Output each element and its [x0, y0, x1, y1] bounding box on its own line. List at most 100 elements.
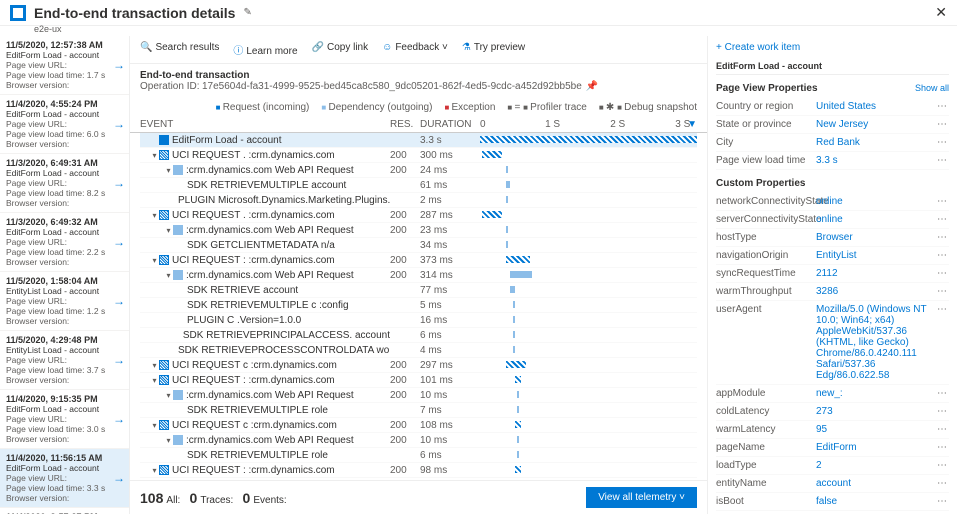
- operation-item[interactable]: 11/4/2020, 3:57:27 PMEntityList Load - a…: [0, 508, 129, 514]
- learn-more-link[interactable]: ⓘLearn more: [233, 42, 297, 57]
- event-row[interactable]: SDK RETRIEVEMULTIPLE c :config5 ms: [140, 298, 697, 313]
- grid-header: EVENT RES. DURATION 0 1 S 2 S 3 S ▼: [130, 117, 707, 133]
- event-row[interactable]: ▾UCI REQUEST c :crm.dynamics.com200108 m…: [140, 418, 697, 433]
- more-icon[interactable]: ⋯: [935, 424, 949, 435]
- request-icon: [159, 420, 169, 430]
- event-row[interactable]: ▾:crm.dynamics.com Web API Request20010 …: [140, 433, 697, 448]
- pin-icon[interactable]: 📌: [586, 81, 598, 92]
- edit-icon[interactable]: ✎: [243, 7, 251, 18]
- arrow-right-icon: →: [113, 235, 125, 249]
- event-row[interactable]: ▾:crm.dynamics.com Web API Request20024 …: [140, 163, 697, 178]
- col-res[interactable]: RES.: [390, 119, 420, 130]
- more-icon[interactable]: ⋯: [935, 101, 949, 112]
- property-row: coldLatency273⋯: [716, 403, 949, 421]
- more-icon[interactable]: ⋯: [935, 119, 949, 130]
- property-row: syncRequestTime2112⋯: [716, 265, 949, 283]
- feedback-link[interactable]: ☺Feedback ˅: [382, 42, 448, 57]
- toolbar: 🔍Search results ⓘLearn more 🔗Copy link ☺…: [130, 36, 707, 64]
- properties-panel: + Create work item EditForm Load - accou…: [707, 36, 957, 514]
- operation-item[interactable]: 11/4/2020, 4:55:24 PMEditForm Load - acc…: [0, 95, 129, 154]
- more-icon[interactable]: ⋯: [935, 478, 949, 489]
- col-event[interactable]: EVENT: [140, 119, 390, 130]
- toggle-icon[interactable]: ▾: [164, 166, 173, 175]
- page-header: End-to-end transaction details ✎ ✕: [0, 0, 957, 26]
- event-row[interactable]: SDK RETRIEVEPRINCIPALACCESS. account6 ms: [140, 328, 697, 343]
- property-row: userAgentMozilla/5.0 (Windows NT 10.0; W…: [716, 301, 949, 385]
- property-row: warmThroughput3286⋯: [716, 283, 949, 301]
- event-row[interactable]: ▾:crm.dynamics.com Web API Request20010 …: [140, 388, 697, 403]
- more-icon[interactable]: ⋯: [935, 214, 949, 225]
- event-row[interactable]: ▾:crm.dynamics.com Web API Request200314…: [140, 268, 697, 283]
- more-icon[interactable]: ⋯: [935, 250, 949, 261]
- more-icon[interactable]: ⋯: [935, 137, 949, 148]
- more-icon[interactable]: ⋯: [935, 442, 949, 453]
- view-all-telemetry-button[interactable]: View all telemetry ˅: [586, 487, 697, 508]
- property-row: Page view load time3.3 s⋯: [716, 152, 949, 170]
- event-row[interactable]: ▾:crm.dynamics.com Web API Request20023 …: [140, 223, 697, 238]
- property-row: networkConnectivityStateonline⋯: [716, 193, 949, 211]
- more-icon[interactable]: ⋯: [935, 196, 949, 207]
- property-row: warmLatency95⋯: [716, 421, 949, 439]
- operation-item[interactable]: 11/3/2020, 6:49:31 AMEditForm Load - acc…: [0, 154, 129, 213]
- event-row[interactable]: SDK GETCLIENTMETADATA n/a34 ms: [140, 238, 697, 253]
- event-row[interactable]: ▾UCI REQUEST . :crm.dynamics.com200287 m…: [140, 208, 697, 223]
- more-icon[interactable]: ⋯: [935, 304, 949, 381]
- property-row: serverConnectivityStateonline⋯: [716, 211, 949, 229]
- more-icon[interactable]: ⋯: [935, 232, 949, 243]
- close-icon[interactable]: ✕: [935, 4, 947, 21]
- toggle-icon[interactable]: ▾: [164, 436, 173, 445]
- dependency-icon: [173, 225, 183, 235]
- more-icon[interactable]: ⋯: [935, 155, 949, 166]
- filter-icon[interactable]: ▼: [687, 119, 697, 130]
- operation-item[interactable]: 11/4/2020, 11:56:15 AMEditForm Load - ac…: [0, 449, 129, 508]
- toggle-icon[interactable]: ▾: [150, 151, 159, 160]
- event-row[interactable]: SDK RETRIEVEPROCESSCONTROLDATA workflow4…: [140, 343, 697, 358]
- more-icon[interactable]: ⋯: [935, 460, 949, 471]
- event-row[interactable]: SDK RETRIEVE account77 ms: [140, 283, 697, 298]
- more-icon[interactable]: ⋯: [935, 406, 949, 417]
- operation-item[interactable]: 11/3/2020, 6:49:32 AMEditForm Load - acc…: [0, 213, 129, 272]
- toggle-icon[interactable]: ▾: [150, 421, 159, 430]
- event-row[interactable]: ▾UCI REQUEST : :crm.dynamics.com20098 ms: [140, 463, 697, 478]
- toggle-icon[interactable]: ▾: [150, 361, 159, 370]
- operations-list: 11/5/2020, 12:57:38 AMEditForm Load - ac…: [0, 36, 130, 514]
- copy-link[interactable]: 🔗Copy link: [312, 42, 369, 57]
- show-all-link[interactable]: Show all: [915, 83, 949, 94]
- col-duration[interactable]: DURATION: [420, 119, 480, 130]
- property-row: State or provinceNew Jersey⋯: [716, 116, 949, 134]
- event-row[interactable]: SDK RETRIEVEMULTIPLE role6 ms: [140, 448, 697, 463]
- more-icon[interactable]: ⋯: [935, 286, 949, 297]
- event-row[interactable]: SDK RETRIEVEMULTIPLE role7 ms: [140, 403, 697, 418]
- create-work-item-link[interactable]: + Create work item: [716, 42, 949, 53]
- event-row[interactable]: SDK RETRIEVEMULTIPLE account61 ms: [140, 178, 697, 193]
- event-row[interactable]: PLUGIN C .Version=1.0.016 ms: [140, 313, 697, 328]
- event-row[interactable]: ▾UCI REQUEST . :crm.dynamics.com200300 m…: [140, 148, 697, 163]
- toggle-icon[interactable]: ▾: [150, 466, 159, 475]
- dependency-icon: [173, 390, 183, 400]
- more-icon[interactable]: ⋯: [935, 496, 949, 507]
- footer: 108 All: 0 Traces: 0 Events: View all te…: [130, 480, 707, 514]
- operation-item[interactable]: 11/5/2020, 1:58:04 AMEntityList Load - a…: [0, 272, 129, 331]
- try-preview-link[interactable]: ⚗Try preview: [462, 42, 525, 57]
- property-row: CityRed Bank⋯: [716, 134, 949, 152]
- toggle-icon[interactable]: ▾: [164, 391, 173, 400]
- more-icon[interactable]: ⋯: [935, 388, 949, 399]
- operation-item[interactable]: 11/4/2020, 9:15:35 PMEditForm Load - acc…: [0, 390, 129, 449]
- arrow-right-icon: →: [113, 353, 125, 367]
- toggle-icon[interactable]: ▾: [150, 376, 159, 385]
- search-results-link[interactable]: 🔍Search results: [140, 42, 219, 57]
- event-row[interactable]: ▾UCI REQUEST : :crm.dynamics.com200373 m…: [140, 253, 697, 268]
- more-icon[interactable]: ⋯: [935, 268, 949, 279]
- request-icon: [159, 150, 169, 160]
- operation-item[interactable]: 11/5/2020, 4:29:48 PMEntityList Load - a…: [0, 331, 129, 390]
- toggle-icon[interactable]: ▾: [164, 226, 173, 235]
- operation-item[interactable]: 11/5/2020, 12:57:38 AMEditForm Load - ac…: [0, 36, 129, 95]
- toggle-icon[interactable]: ▾: [150, 211, 159, 220]
- section-page-view: Page View PropertiesShow all: [716, 83, 949, 94]
- event-row[interactable]: EditForm Load - account3.3 s: [140, 133, 697, 148]
- toggle-icon[interactable]: ▾: [164, 271, 173, 280]
- event-row[interactable]: ▾UCI REQUEST c :crm.dynamics.com200297 m…: [140, 358, 697, 373]
- event-row[interactable]: PLUGIN Microsoft.Dynamics.Marketing.Plug…: [140, 193, 697, 208]
- event-row[interactable]: ▾UCI REQUEST : :crm.dynamics.com200101 m…: [140, 373, 697, 388]
- toggle-icon[interactable]: ▾: [150, 256, 159, 265]
